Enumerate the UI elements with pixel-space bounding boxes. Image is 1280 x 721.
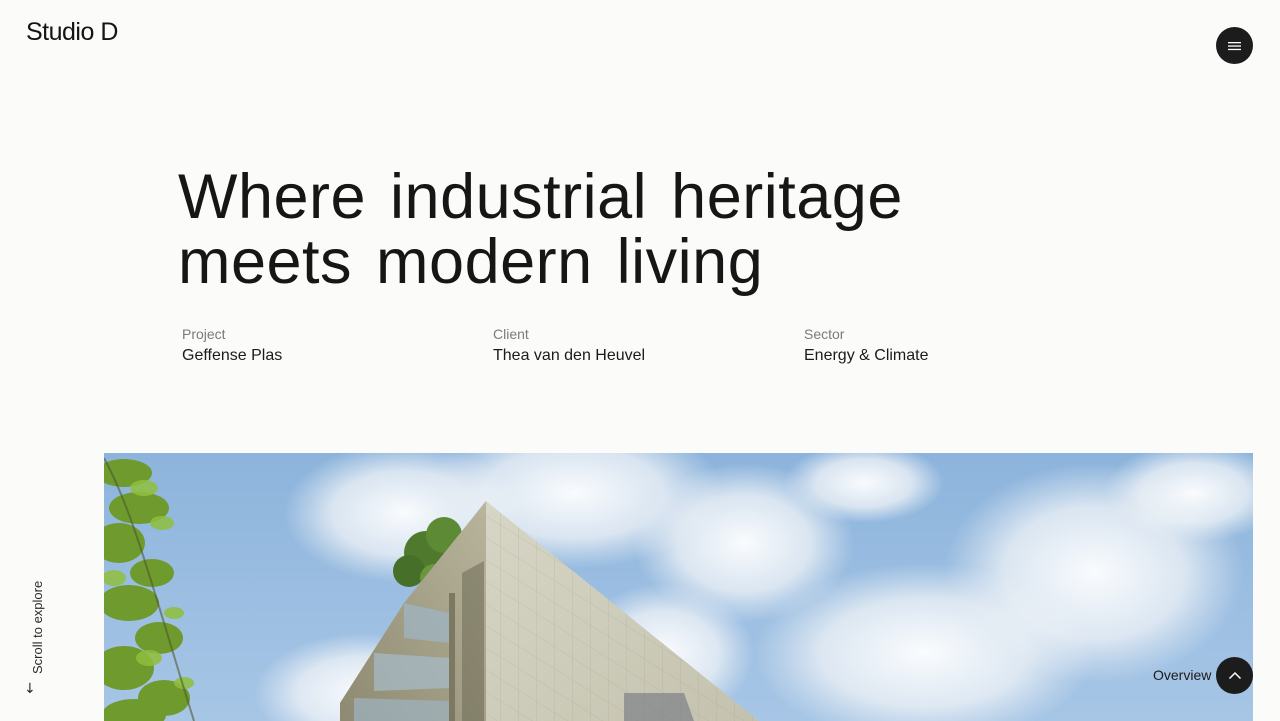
hero-image: [104, 453, 1253, 721]
hamburger-menu-icon: [1228, 41, 1241, 51]
sector-value: Energy & Climate: [804, 347, 929, 364]
scroll-text: Scroll to explore: [30, 580, 45, 674]
sector-label: Sector: [804, 326, 845, 342]
back-to-top-button[interactable]: [1216, 657, 1253, 694]
scroll-hint[interactable]: Scroll to explore ↓: [19, 580, 45, 700]
menu-button[interactable]: [1216, 27, 1253, 64]
project-value: Geffense Plas: [182, 347, 283, 364]
chevron-up-icon: [1228, 667, 1242, 685]
site-logo[interactable]: Studio D: [26, 20, 118, 45]
page: Studio D Where industrial heritage meets…: [0, 0, 1280, 721]
headline-line-1: Where industrial heritage: [178, 162, 903, 232]
overview-link[interactable]: Overview: [1153, 667, 1211, 683]
client-info: Client Thea van den Heuvel: [493, 326, 645, 365]
client-label: Client: [493, 326, 529, 342]
client-value: Thea van den Heuvel: [493, 347, 646, 364]
project-label: Project: [182, 326, 226, 342]
arrow-down-icon: ↓: [24, 681, 36, 697]
project-info: Project Geffense Plas: [182, 326, 282, 365]
page-title: Where industrial heritage meets modern l…: [178, 165, 1078, 295]
headline-line-2: meets modern living: [178, 227, 764, 297]
sector-info: Sector Energy & Climate: [804, 326, 929, 365]
